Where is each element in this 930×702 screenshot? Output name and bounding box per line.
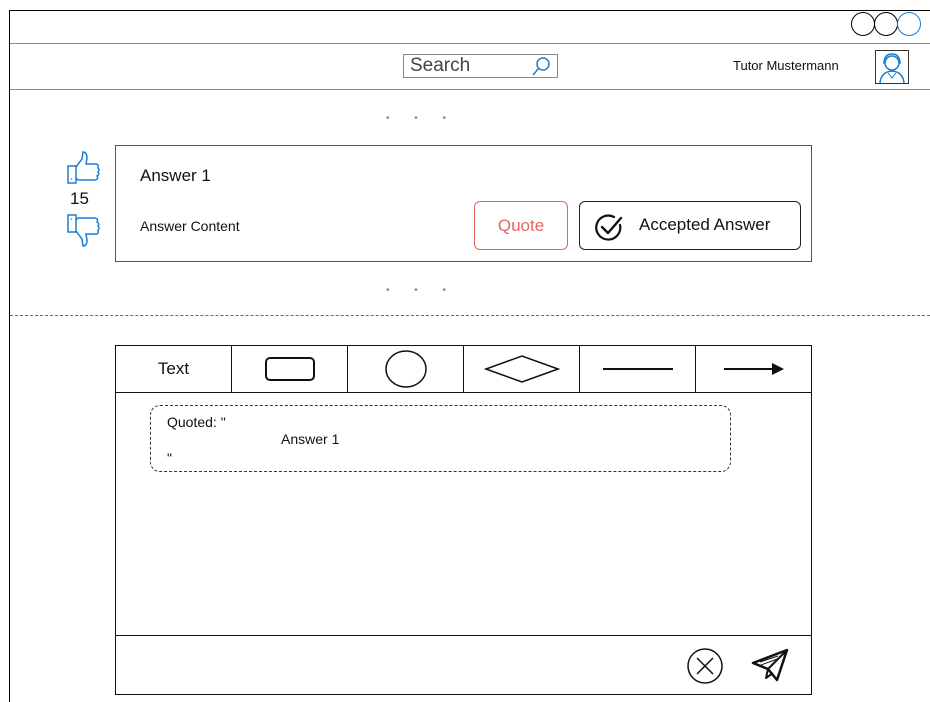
thumbs-up-icon[interactable] [66, 150, 102, 186]
accepted-answer-button[interactable]: Accepted Answer [579, 201, 801, 250]
line-icon [602, 368, 673, 370]
answer-title: Answer 1 [140, 166, 211, 185]
window-control-minimize[interactable] [874, 12, 898, 36]
tool-arrow[interactable] [696, 346, 811, 392]
answer-content: Answer Content [140, 218, 240, 234]
window-control-close[interactable] [851, 12, 875, 36]
accepted-answer-label: Accepted Answer [639, 215, 771, 234]
search-box[interactable] [403, 54, 558, 78]
avatar-icon[interactable] [875, 50, 909, 84]
section-separator [10, 315, 930, 316]
vote-count: 15 [70, 189, 89, 208]
window-control-maximize[interactable] [897, 12, 921, 36]
quoted-block: Quoted: " Answer 1 " [150, 405, 731, 472]
send-icon[interactable] [750, 647, 790, 683]
window-left-border [9, 10, 10, 702]
quote-suffix: " [167, 450, 172, 466]
cancel-icon[interactable] [686, 647, 724, 685]
tool-line[interactable] [580, 346, 696, 392]
arrow-icon [723, 363, 784, 375]
tool-rectangle[interactable] [232, 346, 348, 392]
titlebar-divider [10, 43, 930, 44]
window-top-border [9, 10, 930, 11]
search-icon[interactable] [531, 56, 551, 78]
thumbs-down-icon[interactable] [66, 212, 102, 248]
check-circle-icon [595, 214, 623, 241]
circle-icon [384, 350, 427, 388]
tool-text[interactable]: Text [116, 346, 232, 392]
editor-footer [116, 635, 811, 695]
editor-toolbar: Text [116, 346, 811, 393]
more-answers-ellipsis-top: • • • [386, 113, 458, 124]
user-name[interactable]: Tutor Mustermann [733, 58, 839, 73]
quote-button[interactable]: Quote [474, 201, 568, 250]
diamond-icon [483, 355, 560, 383]
tool-circle[interactable] [348, 346, 464, 392]
rectangle-icon [264, 357, 315, 381]
reply-editor: Text Quoted: " Answer 1 " [115, 345, 812, 695]
more-answers-ellipsis-bottom: • • • [386, 285, 458, 296]
tool-diamond[interactable] [464, 346, 580, 392]
search-input[interactable] [410, 56, 528, 76]
quoted-answer-title: Answer 1 [281, 431, 340, 447]
quote-prefix: Quoted: " [167, 414, 226, 430]
tool-text-label: Text [157, 359, 190, 378]
header-divider [10, 89, 930, 90]
